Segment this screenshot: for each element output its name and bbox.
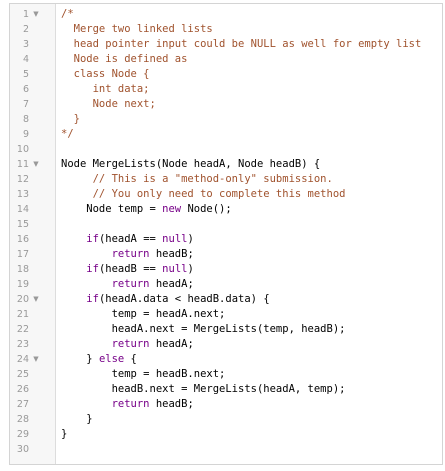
line-number: 20 — [16, 294, 29, 305]
code-line[interactable]: 16 if(headA == null) — [10, 232, 442, 247]
fold-arrow-icon[interactable]: ▼ — [32, 157, 40, 172]
code-text: class Node { — [61, 68, 150, 80]
code-text: /* — [61, 8, 74, 20]
code-text: return headA; — [111, 278, 194, 290]
line-number: 5 — [22, 69, 29, 80]
line-number: 17 — [16, 249, 29, 260]
code-line[interactable]: 29} — [10, 427, 442, 442]
line-number: 26 — [16, 384, 29, 395]
code-text: if(headB == null) — [86, 263, 194, 275]
line-number: 1 — [22, 9, 29, 20]
line-number: 13 — [16, 189, 29, 200]
code-text: headA.next = MergeLists(temp, headB); — [61, 323, 346, 335]
line-number: 29 — [16, 429, 29, 440]
code-lines[interactable]: 1 ▼/* 2 Merge two linked lists 3 head point… — [10, 7, 442, 457]
code-text: */ — [61, 128, 74, 140]
code-line[interactable]: 25 temp = headB.next; — [10, 367, 442, 382]
line-number: 25 — [16, 369, 29, 380]
line-number: 9 — [22, 129, 29, 140]
line-number: 4 — [22, 54, 29, 65]
code-line[interactable]: 11 ▼ Node MergeLists(Node headA, Node head… — [10, 157, 442, 172]
code-line[interactable]: 21 temp = headA.next; — [10, 307, 442, 322]
line-number: 23 — [16, 339, 29, 350]
code-line[interactable]: 24 ▼ } else { — [10, 352, 442, 367]
code-line[interactable]: 4 Node is defined as — [10, 52, 442, 67]
code-line[interactable]: 7 Node next; — [10, 97, 442, 112]
line-number: 18 — [16, 264, 29, 275]
code-line[interactable]: 10 — [10, 142, 442, 157]
code-line[interactable]: 13 // You only need to complete this met… — [10, 187, 442, 202]
code-line[interactable]: 8 } — [10, 112, 442, 127]
code-line[interactable]: 2 Merge two linked lists — [10, 22, 442, 37]
line-number: 15 — [16, 219, 29, 230]
line-number: 10 — [16, 144, 29, 155]
line-number: 3 — [22, 39, 29, 50]
line-number: 2 — [22, 24, 29, 35]
line-number: 14 — [16, 204, 29, 215]
code-line[interactable]: 28 } — [10, 412, 442, 427]
code-line[interactable]: 27 return headB; — [10, 397, 442, 412]
code-text: Node MergeLists(Node headA, Node headB) … — [61, 158, 321, 170]
code-line[interactable]: 19 return headA; — [10, 277, 442, 292]
line-number: 27 — [16, 399, 29, 410]
line-number: 22 — [16, 324, 29, 335]
line-number: 7 — [22, 99, 29, 110]
code-text: } — [61, 113, 80, 125]
code-text: } — [61, 428, 68, 440]
fold-arrow-icon[interactable]: ▼ — [32, 352, 40, 367]
code-text: if(headA == null) — [86, 233, 194, 245]
fold-arrow-icon[interactable]: ▼ — [32, 292, 40, 307]
code-editor[interactable]: 1 ▼/* 2 Merge two linked lists 3 head point… — [9, 3, 443, 465]
code-text: Node next; — [61, 98, 156, 110]
code-line[interactable]: 14 Node temp = new Node(); — [10, 202, 442, 217]
code-line[interactable]: 1 ▼ /* — [10, 7, 442, 22]
code-text: if(headA.data < headB.data) { — [86, 293, 270, 305]
line-number: 8 — [22, 114, 29, 125]
code-text: // This is a "method-only" submission. — [61, 173, 333, 185]
code-text: } else { — [61, 353, 137, 365]
code-text: Node is defined as — [61, 53, 188, 65]
fold-arrow-icon[interactable]: ▼ — [32, 7, 40, 22]
code-text: int data; — [61, 83, 150, 95]
code-text: Merge two linked lists — [61, 23, 213, 35]
code-line[interactable]: 30 — [10, 442, 442, 457]
code-text: headB.next = MergeLists(headA, temp); — [61, 383, 346, 395]
line-number: 11 — [16, 159, 29, 170]
code-line[interactable]: 22 headA.next = MergeLists(temp, headB); — [10, 322, 442, 337]
line-number: 6 — [22, 84, 29, 95]
code-text: head pointer input could be NULL as well… — [61, 38, 422, 50]
code-text: temp = headB.next; — [61, 368, 226, 380]
line-number: 21 — [16, 309, 29, 320]
line-number: 28 — [16, 414, 29, 425]
code-text: return headB; — [111, 398, 194, 410]
code-line[interactable]: 3 head pointer input could be NULL as we… — [10, 37, 442, 52]
code-line[interactable]: 9 */ — [10, 127, 442, 142]
code-text: return headA; — [111, 338, 194, 350]
line-number: 12 — [16, 174, 29, 185]
code-text: } — [61, 413, 93, 425]
line-number: 30 — [16, 444, 29, 455]
line-number: 19 — [16, 279, 29, 290]
line-number: 16 — [16, 234, 29, 245]
code-line[interactable]: 5 class Node { — [10, 67, 442, 82]
code-text: return headB; — [111, 248, 194, 260]
code-text: temp = headA.next; — [61, 308, 226, 320]
line-number: 24 — [16, 354, 29, 365]
code-text: Node temp = new Node(); — [61, 203, 232, 215]
code-text: // You only need to complete this method — [61, 188, 346, 200]
code-line[interactable]: 26 headB.next = MergeLists(headA, temp); — [10, 382, 442, 397]
code-line[interactable]: 15 — [10, 217, 442, 232]
code-line[interactable]: 23 return headA; — [10, 337, 442, 352]
code-line[interactable]: 18 if(headB == null) — [10, 262, 442, 277]
code-line[interactable]: 12 // This is a "method-only" submission… — [10, 172, 442, 187]
code-line[interactable]: 17 return headB; — [10, 247, 442, 262]
code-line[interactable]: 6 int data; — [10, 82, 442, 97]
code-line[interactable]: 20 ▼ if(headA.data < headB.data) { — [10, 292, 442, 307]
